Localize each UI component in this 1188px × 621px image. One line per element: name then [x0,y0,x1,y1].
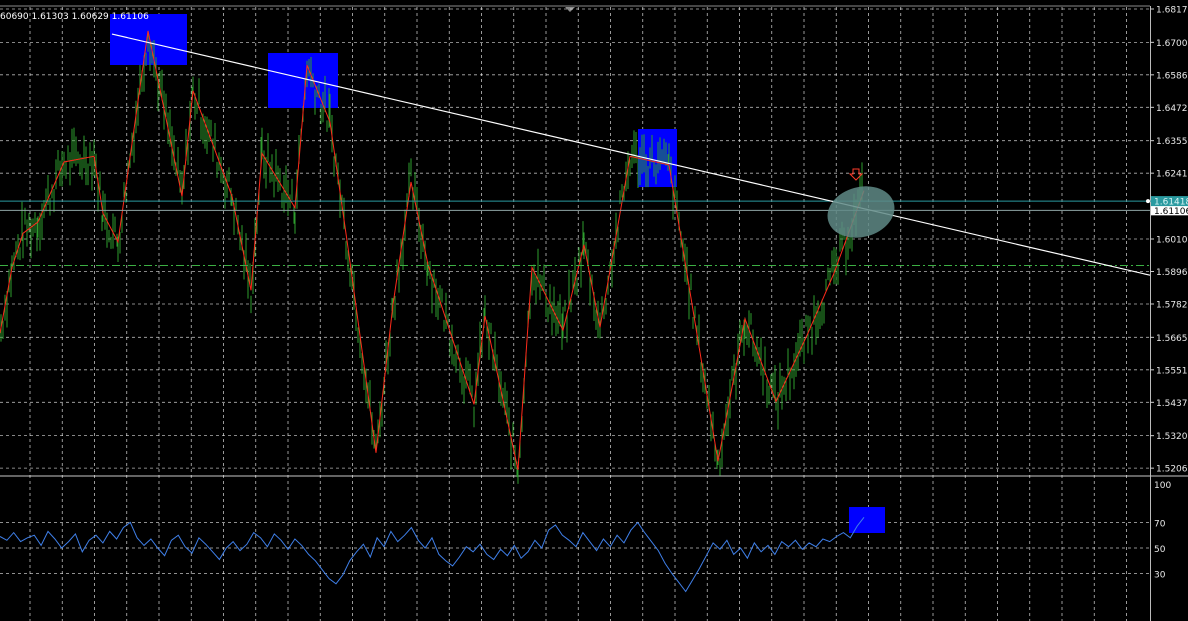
price-tick-label: 1.65860 [1156,71,1188,81]
rsi-tick-label: 50 [1154,545,1166,555]
price-tick-label: 1.55510 [1156,366,1188,376]
price-tick-label: 1.54370 [1156,399,1188,409]
price-tick-label: 1.62410 [1156,170,1188,180]
level-price-dot [1146,199,1150,204]
highlight-box [268,53,338,108]
price-axis: 1.68170 1.67000 1.65860 1.64720 1.63550 1.624… [1146,6,1188,475]
rsi-tick-label: 100 [1154,481,1171,491]
price-tick-label: 1.60100 [1156,236,1188,246]
level-price-label: 1.61418 [1154,198,1188,208]
price-tick-label: 1.63550 [1156,137,1188,147]
price-tick-label: 1.57820 [1156,300,1188,310]
rsi-highlight-box [849,507,885,533]
chart-canvas[interactable]: 1.68170 1.67000 1.65860 1.64720 1.63550 1.624… [0,0,1188,621]
current-price-label: 1.61106 [1154,207,1188,217]
rsi-line [0,516,865,593]
price-tick-label: 1.67000 [1156,39,1188,49]
main-panel-background [0,0,1150,474]
price-tick-label: 1.64720 [1156,104,1188,114]
ohlc-readout: 60690 1.61303 1.60629 1.61106 [0,12,149,22]
rsi-tick-label: 30 [1154,571,1166,581]
price-tick-label: 1.56650 [1156,334,1188,344]
rsi-panel: 100 70 50 30 [0,481,1171,593]
price-tick-label: 1.68170 [1156,6,1188,16]
rsi-tick-label: 70 [1154,519,1166,529]
price-tick-label: 1.52060 [1156,465,1188,475]
price-tick-label: 1.58960 [1156,268,1188,278]
price-tick-label: 1.53200 [1156,432,1188,442]
